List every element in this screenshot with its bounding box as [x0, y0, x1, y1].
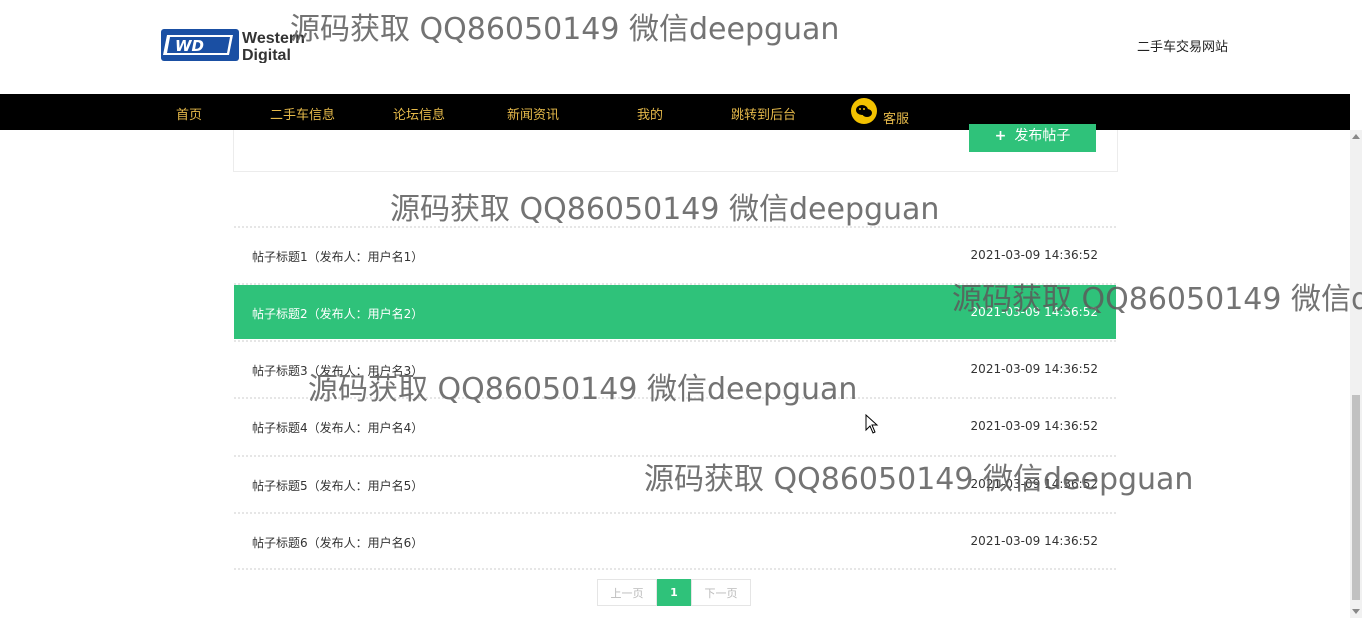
main-nav: 首页 二手车信息 论坛信息 新闻资讯 我的 跳转到后台 客服: [0, 94, 1350, 130]
plus-icon: +: [994, 128, 1007, 144]
post-time: 2021-03-09 14:36:52: [970, 248, 1098, 262]
prev-page-button[interactable]: 上一页: [597, 579, 657, 606]
watermark: 源码获取 QQ86050149 微信d: [952, 282, 1362, 317]
nav-item-admin[interactable]: 跳转到后台: [731, 104, 796, 123]
post-time: 2021-03-09 14:36:52: [970, 362, 1098, 376]
watermark: 源码获取 QQ86050149 微信deepguan: [644, 462, 1194, 497]
scrollbar-thumb[interactable]: [1352, 395, 1360, 600]
post-time: 2021-03-09 14:36:52: [970, 419, 1098, 433]
post-row[interactable]: 帖子标题6（发布人：用户名6） 2021-03-09 14:36:52: [234, 514, 1116, 568]
nav-item-news[interactable]: 新闻资讯: [507, 104, 559, 123]
post-time: 2021-03-09 14:36:52: [970, 534, 1098, 548]
scroll-up-icon[interactable]: [1352, 134, 1360, 139]
nav-item-mine[interactable]: 我的: [637, 104, 663, 123]
nav-item-used-cars[interactable]: 二手车信息: [270, 104, 335, 123]
watermark: 源码获取 QQ86050149 微信deepguan: [290, 12, 840, 47]
site-name: 二手车交易网站: [1137, 40, 1229, 55]
post-title[interactable]: 帖子标题1（发布人：用户名1）: [252, 248, 423, 265]
publish-post-button[interactable]: + 发布帖子: [969, 124, 1096, 152]
svg-text:Digital: Digital: [242, 47, 291, 63]
scroll-down-icon[interactable]: [1352, 609, 1360, 614]
mouse-cursor-icon: [865, 413, 879, 438]
vertical-scrollbar[interactable]: [1350, 130, 1362, 618]
svg-text:WD: WD: [175, 37, 204, 55]
nav-item-customer-service[interactable]: 客服: [883, 108, 909, 127]
page-number-current[interactable]: 1: [657, 579, 691, 606]
divider: [234, 568, 1116, 570]
post-title[interactable]: 帖子标题5（发布人：用户名5）: [252, 477, 423, 494]
post-title[interactable]: 帖子标题2（发布人：用户名2）: [252, 305, 423, 322]
post-title[interactable]: 帖子标题6（发布人：用户名6）: [252, 534, 423, 551]
pagination: 上一页 1 下一页: [597, 579, 751, 606]
next-page-button[interactable]: 下一页: [691, 579, 751, 606]
nav-item-home[interactable]: 首页: [176, 104, 202, 123]
watermark: 源码获取 QQ86050149 微信deepguan: [390, 192, 940, 227]
nav-item-forum[interactable]: 论坛信息: [393, 104, 445, 123]
wechat-icon[interactable]: [851, 98, 877, 124]
watermark: 源码获取 QQ86050149 微信deepguan: [308, 372, 858, 407]
post-title[interactable]: 帖子标题4（发布人：用户名4）: [252, 419, 423, 436]
